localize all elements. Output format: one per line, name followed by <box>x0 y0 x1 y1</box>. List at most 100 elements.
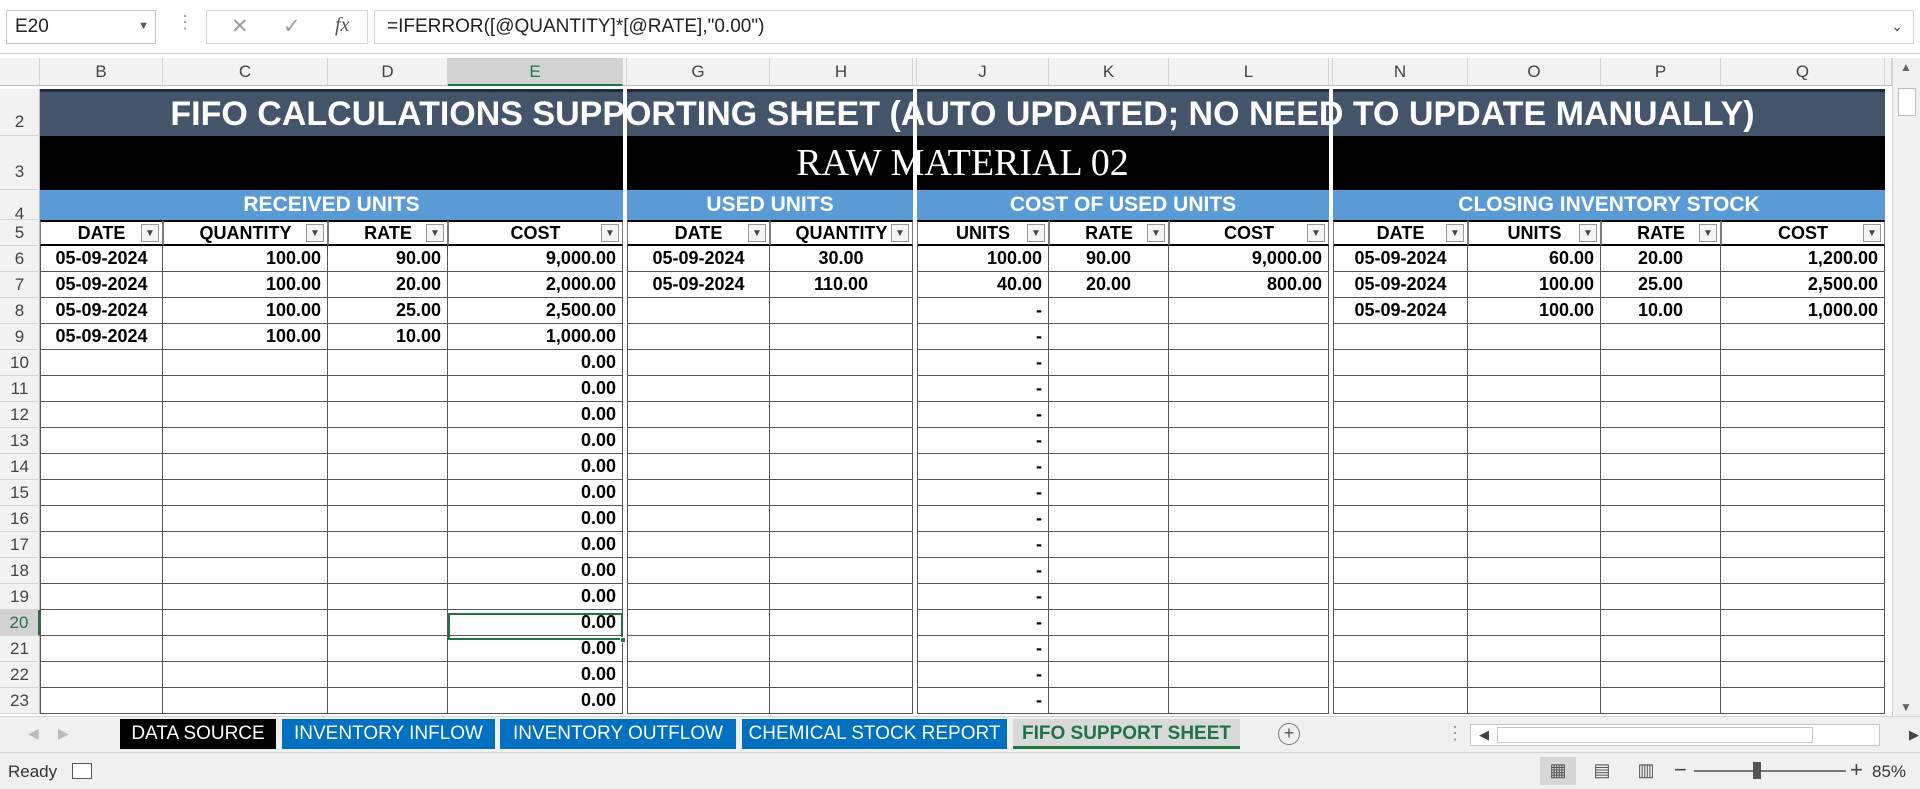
table-cell[interactable] <box>1468 610 1601 636</box>
table-cell[interactable] <box>1601 454 1721 480</box>
table-cell[interactable] <box>40 402 163 428</box>
table-cell[interactable] <box>328 454 448 480</box>
table-cell[interactable]: 10.00 <box>328 324 448 350</box>
table-cell[interactable] <box>1468 636 1601 662</box>
table-cell[interactable] <box>1169 584 1329 610</box>
filter-dropdown-icon[interactable]: ▼ <box>141 224 159 242</box>
table-cell[interactable]: - <box>917 428 1049 454</box>
table-cell[interactable]: - <box>917 350 1049 376</box>
filter-dropdown-icon[interactable]: ▼ <box>426 224 444 242</box>
table-cell[interactable] <box>770 610 913 636</box>
table-cell[interactable]: 05-09-2024 <box>40 246 163 272</box>
table-cell[interactable] <box>627 558 770 584</box>
table-cell[interactable] <box>770 428 913 454</box>
table-cell[interactable] <box>1169 610 1329 636</box>
table-cell[interactable] <box>1333 610 1468 636</box>
table-cell[interactable] <box>1468 402 1601 428</box>
table-cell[interactable] <box>1049 350 1169 376</box>
zoom-slider-thumb[interactable] <box>1753 762 1761 779</box>
table-cell[interactable]: 0.00 <box>448 506 623 532</box>
table-cell[interactable] <box>627 454 770 480</box>
filter-dropdown-icon[interactable]: ▼ <box>601 224 619 242</box>
table-cell[interactable] <box>1049 688 1169 714</box>
table-cell[interactable] <box>1333 376 1468 402</box>
table-cell[interactable] <box>627 480 770 506</box>
table-cell[interactable] <box>1333 558 1468 584</box>
table-cell[interactable]: 100.00 <box>163 298 328 324</box>
table-cell[interactable]: - <box>917 506 1049 532</box>
table-cell[interactable] <box>328 376 448 402</box>
column-header[interactable]: N <box>1333 58 1468 86</box>
row-header[interactable]: 3 <box>0 136 40 190</box>
table-cell[interactable]: - <box>917 610 1049 636</box>
table-cell[interactable]: 100.00 <box>917 246 1049 272</box>
table-cell[interactable] <box>1169 480 1329 506</box>
table-cell[interactable] <box>328 532 448 558</box>
table-cell[interactable]: 0.00 <box>448 454 623 480</box>
table-cell[interactable]: 100.00 <box>163 246 328 272</box>
table-cell[interactable]: 60.00 <box>1468 246 1601 272</box>
column-header[interactable]: J <box>917 58 1049 86</box>
table-cell[interactable] <box>1468 376 1601 402</box>
row-header[interactable]: 7 <box>0 272 40 298</box>
table-cell[interactable]: 90.00 <box>328 246 448 272</box>
column-header[interactable]: Q <box>1721 58 1885 86</box>
table-cell[interactable]: - <box>917 454 1049 480</box>
table-cell[interactable] <box>1601 480 1721 506</box>
insert-function-icon[interactable]: fx <box>335 14 349 37</box>
table-cell[interactable] <box>627 610 770 636</box>
table-cell[interactable]: 0.00 <box>448 558 623 584</box>
table-cell[interactable]: - <box>917 532 1049 558</box>
table-cell[interactable] <box>1601 506 1721 532</box>
zoom-slider[interactable] <box>1694 770 1846 772</box>
table-cell[interactable] <box>1601 428 1721 454</box>
table-cell[interactable]: 10.00 <box>1601 298 1721 324</box>
row-header[interactable]: 13 <box>0 428 40 454</box>
table-cell[interactable] <box>1169 376 1329 402</box>
table-cell[interactable] <box>627 506 770 532</box>
table-cell[interactable] <box>1049 506 1169 532</box>
formula-input[interactable]: =IFERROR([@QUANTITY]*[@RATE],"0.00") ⌄ <box>374 10 1914 44</box>
table-cell[interactable]: 05-09-2024 <box>1333 246 1468 272</box>
table-cell[interactable] <box>40 662 163 688</box>
table-cell[interactable]: 0.00 <box>448 532 623 558</box>
table-cell[interactable] <box>1468 662 1601 688</box>
table-cell[interactable] <box>1333 506 1468 532</box>
table-cell[interactable]: 0.00 <box>448 376 623 402</box>
table-cell[interactable] <box>770 402 913 428</box>
filter-dropdown-icon[interactable]: ▼ <box>1147 224 1165 242</box>
table-cell[interactable]: 25.00 <box>328 298 448 324</box>
table-cell[interactable] <box>328 350 448 376</box>
table-cell[interactable]: 0.00 <box>448 584 623 610</box>
table-cell[interactable] <box>1468 558 1601 584</box>
table-cell[interactable] <box>1721 428 1885 454</box>
table-cell[interactable]: 05-09-2024 <box>627 246 770 272</box>
table-cell[interactable] <box>627 532 770 558</box>
table-cell[interactable] <box>163 610 328 636</box>
table-cell[interactable] <box>627 584 770 610</box>
table-cell[interactable] <box>770 350 913 376</box>
table-cell[interactable] <box>770 584 913 610</box>
table-cell[interactable] <box>1049 636 1169 662</box>
table-cell[interactable] <box>770 506 913 532</box>
column-header[interactable]: G <box>627 58 770 86</box>
sheet-tab[interactable]: CHEMICAL STOCK REPORT <box>742 719 1007 749</box>
table-cell[interactable] <box>1169 532 1329 558</box>
table-cell[interactable] <box>328 688 448 714</box>
sheet-tab[interactable]: INVENTORY INFLOW <box>282 719 495 749</box>
table-cell[interactable] <box>1601 376 1721 402</box>
column-header[interactable]: E <box>448 58 623 86</box>
table-cell[interactable] <box>1468 688 1601 714</box>
table-cell[interactable] <box>770 324 913 350</box>
table-cell[interactable]: - <box>917 688 1049 714</box>
table-cell[interactable] <box>163 532 328 558</box>
table-cell[interactable] <box>770 480 913 506</box>
table-cell[interactable] <box>1721 454 1885 480</box>
table-cell[interactable] <box>40 584 163 610</box>
table-cell[interactable] <box>40 688 163 714</box>
table-cell[interactable] <box>770 376 913 402</box>
filter-dropdown-icon[interactable]: ▼ <box>1579 224 1597 242</box>
table-cell[interactable]: 1,000.00 <box>1721 298 1885 324</box>
row-header[interactable]: 14 <box>0 454 40 480</box>
sheet-tab[interactable]: INVENTORY OUTFLOW <box>500 719 736 749</box>
